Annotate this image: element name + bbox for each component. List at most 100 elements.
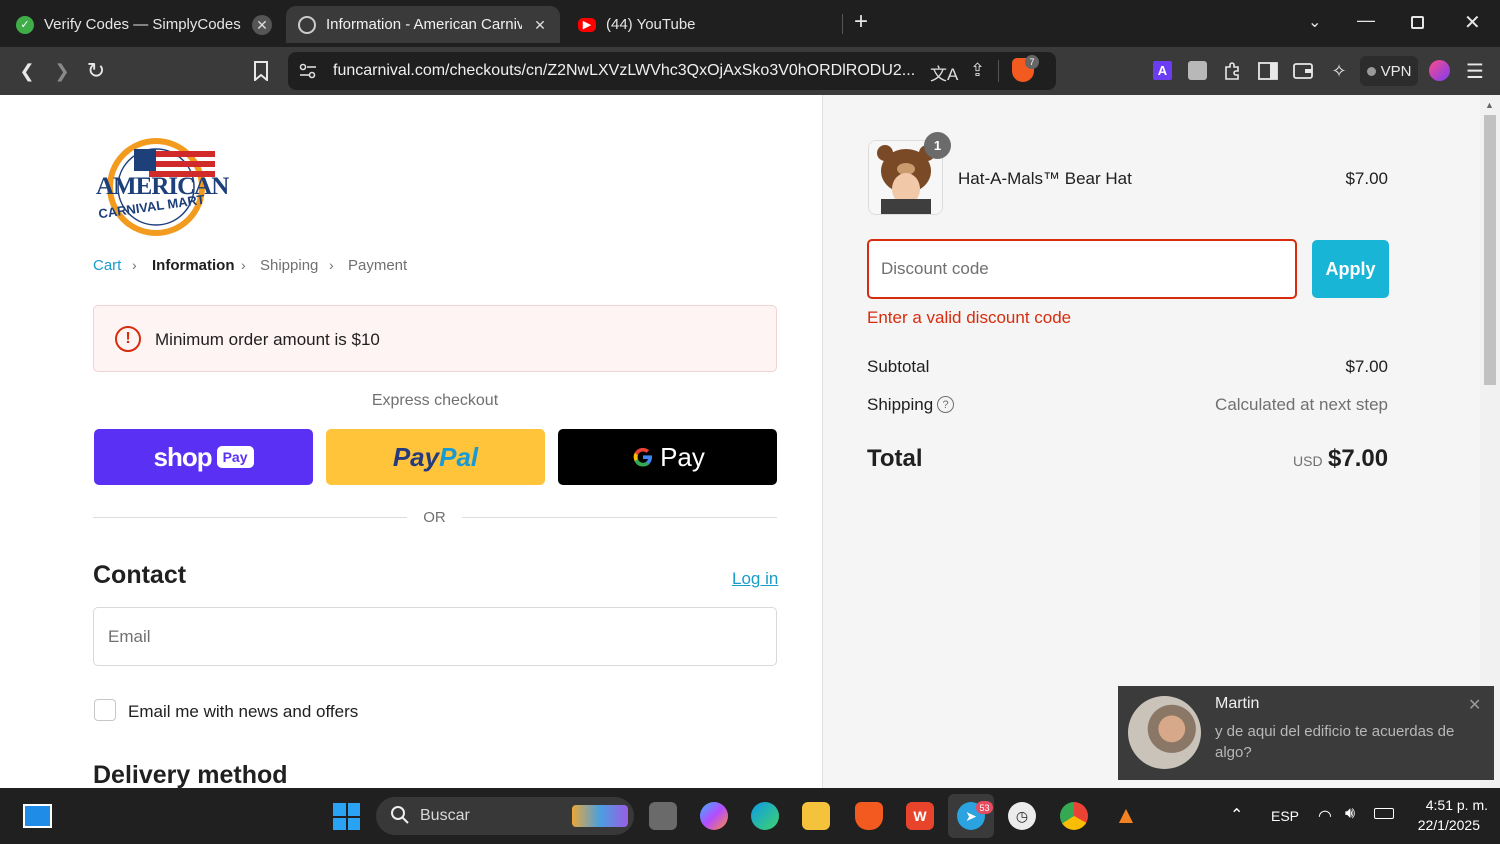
new-tab-icon[interactable]: + <box>854 10 868 34</box>
chevron-right-icon: › <box>132 257 137 273</box>
telegram-badge: 53 <box>976 801 993 814</box>
extension-a-icon[interactable]: A <box>1153 61 1172 80</box>
copilot-icon[interactable] <box>700 802 728 830</box>
shipping-label: Shipping <box>867 395 934 414</box>
translate-icon[interactable]: 文A <box>930 60 958 85</box>
chrome-icon[interactable] <box>1060 802 1088 830</box>
search-placeholder: Buscar <box>420 807 470 824</box>
email-field[interactable] <box>93 607 777 666</box>
close-window-icon[interactable]: ✕ <box>1464 10 1481 35</box>
share-icon[interactable]: ⇪ <box>970 60 985 81</box>
store-logo[interactable]: AMERICAN CARNIVAL MART <box>94 137 229 237</box>
extensions-puzzle-icon[interactable] <box>1219 57 1247 85</box>
site-settings-icon[interactable] <box>298 61 318 86</box>
subtotal-label: Subtotal <box>867 357 930 376</box>
alert-circle-icon: ! <box>115 326 141 352</box>
order-summary: 1 Hat-A-Mals™ Bear Hat $7.00 Apply Enter… <box>822 95 1480 788</box>
newsletter-checkbox[interactable] <box>94 699 116 721</box>
message-notification[interactable]: Martin y de aqui del edificio te acuerda… <box>1118 686 1494 780</box>
google-g-icon <box>633 447 653 467</box>
discount-code-field[interactable] <box>867 239 1297 299</box>
checkout-page: AMERICAN CARNIVAL MART Cart › Informatio… <box>0 95 1480 788</box>
google-pay-button[interactable]: Pay <box>558 429 777 485</box>
minimize-icon[interactable]: — <box>1357 10 1375 31</box>
scrollbar-thumb[interactable] <box>1484 115 1496 385</box>
chevron-right-icon: › <box>241 257 246 273</box>
reload-icon[interactable]: ↻ <box>82 57 110 85</box>
start-windows-icon[interactable] <box>333 803 360 830</box>
scroll-up-icon[interactable]: ▲ <box>1485 100 1494 110</box>
task-view-icon[interactable] <box>649 802 677 830</box>
volume-icon[interactable]: 🔊︎ <box>1345 805 1355 823</box>
total-label: Total <box>867 445 923 472</box>
breadcrumb-information: Information <box>152 257 235 274</box>
rewards-icon[interactable] <box>1429 60 1450 81</box>
error-banner-text: Minimum order amount is $10 <box>155 330 380 349</box>
language-indicator[interactable]: ESP <box>1271 808 1299 824</box>
bookmark-icon[interactable] <box>247 57 275 85</box>
windows-taskbar: Buscar W ➤ 53 ◷ ▲ ⌃ ESP ◠ 🔊︎ 4:51 p. m. … <box>0 788 1500 844</box>
divider-line <box>462 517 777 518</box>
breadcrumb-cart[interactable]: Cart <box>93 257 121 274</box>
url-text[interactable]: funcarnival.com/checkouts/cn/Z2NwLXVzLWV… <box>333 62 923 80</box>
youtube-icon: ▶ <box>578 17 596 32</box>
tab-title: Verify Codes — SimplyCodes <box>44 16 241 33</box>
tab-youtube[interactable]: ▶ (44) YouTube <box>566 6 836 43</box>
express-checkout-title: Express checkout <box>371 392 499 409</box>
battery-icon[interactable] <box>1374 808 1394 819</box>
or-separator: OR <box>423 509 446 526</box>
vpn-button[interactable]: VPN <box>1360 56 1418 86</box>
newsletter-label[interactable]: Email me with news and offers <box>128 702 358 722</box>
clock-app-icon[interactable]: ◷ <box>1008 802 1036 830</box>
vpn-label: VPN <box>1380 62 1412 80</box>
sidebar-icon[interactable] <box>1254 57 1282 85</box>
total-currency: USD <box>1293 453 1323 469</box>
wifi-icon[interactable]: ◠ <box>1318 806 1332 826</box>
wallet-icon[interactable] <box>1289 57 1317 85</box>
search-highlight-icon <box>572 805 628 827</box>
avatar <box>1128 696 1201 769</box>
widgets-icon[interactable] <box>23 804 52 828</box>
leo-ai-icon[interactable]: ✧ <box>1325 57 1353 85</box>
simplycodes-favicon-icon: ✓ <box>16 15 34 34</box>
shield-count-badge: 7 <box>1025 55 1039 69</box>
tab-search-chevron-icon[interactable]: ⌄ <box>1308 12 1321 32</box>
forward-icon[interactable]: ❯ <box>48 57 76 85</box>
close-tab-icon[interactable]: ✕ <box>252 15 272 35</box>
url-divider <box>998 60 999 82</box>
shop-pay-button[interactable]: shop Pay <box>94 429 313 485</box>
paypal-button[interactable]: Pay Pal <box>326 429 545 485</box>
back-icon[interactable]: ❮ <box>13 57 41 85</box>
page-scrollbar[interactable]: ▲ <box>1480 95 1500 788</box>
close-tab-icon[interactable]: ✕ <box>530 15 550 35</box>
clock-time[interactable]: 4:51 p. m. <box>1408 797 1488 813</box>
address-bar[interactable]: funcarnival.com/checkouts/cn/Z2NwLXVzLWV… <box>288 52 1056 90</box>
maximize-icon[interactable] <box>1411 16 1424 29</box>
discount-error-text: Enter a valid discount code <box>867 308 1072 327</box>
taskbar-search[interactable]: Buscar <box>376 797 634 835</box>
file-explorer-icon[interactable] <box>802 802 830 830</box>
help-circle-icon[interactable]: ? <box>937 396 954 413</box>
tab-simplycodes[interactable]: ✓ Verify Codes — SimplyCodes ✕ <box>4 6 282 43</box>
delivery-method-heading: Delivery method <box>93 761 288 788</box>
extension-image-icon[interactable] <box>1188 61 1207 80</box>
menu-icon[interactable]: ☰ <box>1461 57 1489 85</box>
vlc-icon[interactable]: ▲ <box>1112 802 1140 830</box>
close-notification-icon[interactable]: ✕ <box>1468 695 1481 715</box>
shop-pay-badge: Pay <box>216 446 254 468</box>
tab-american-carnival[interactable]: Information - American Carniva ✕ <box>286 6 560 43</box>
wps-office-icon[interactable]: W <box>906 802 934 830</box>
edge-icon[interactable] <box>751 802 779 830</box>
total-value: $7.00 <box>1328 445 1389 472</box>
paypal-wordmark-pay: Pay <box>392 441 440 472</box>
quantity-badge: 1 <box>924 132 951 159</box>
clock-date[interactable]: 22/1/2025 <box>1400 817 1480 833</box>
chevron-up-icon[interactable]: ⌃ <box>1230 805 1243 825</box>
shop-pay-wordmark: shop <box>153 441 212 472</box>
log-in-link[interactable]: Log in <box>732 569 778 589</box>
brave-icon[interactable] <box>855 802 883 830</box>
contact-heading: Contact <box>93 561 187 589</box>
search-icon <box>390 805 410 830</box>
apply-discount-button[interactable]: Apply <box>1312 240 1389 298</box>
tab-strip: ✓ Verify Codes — SimplyCodes ✕ Informati… <box>0 0 1500 47</box>
